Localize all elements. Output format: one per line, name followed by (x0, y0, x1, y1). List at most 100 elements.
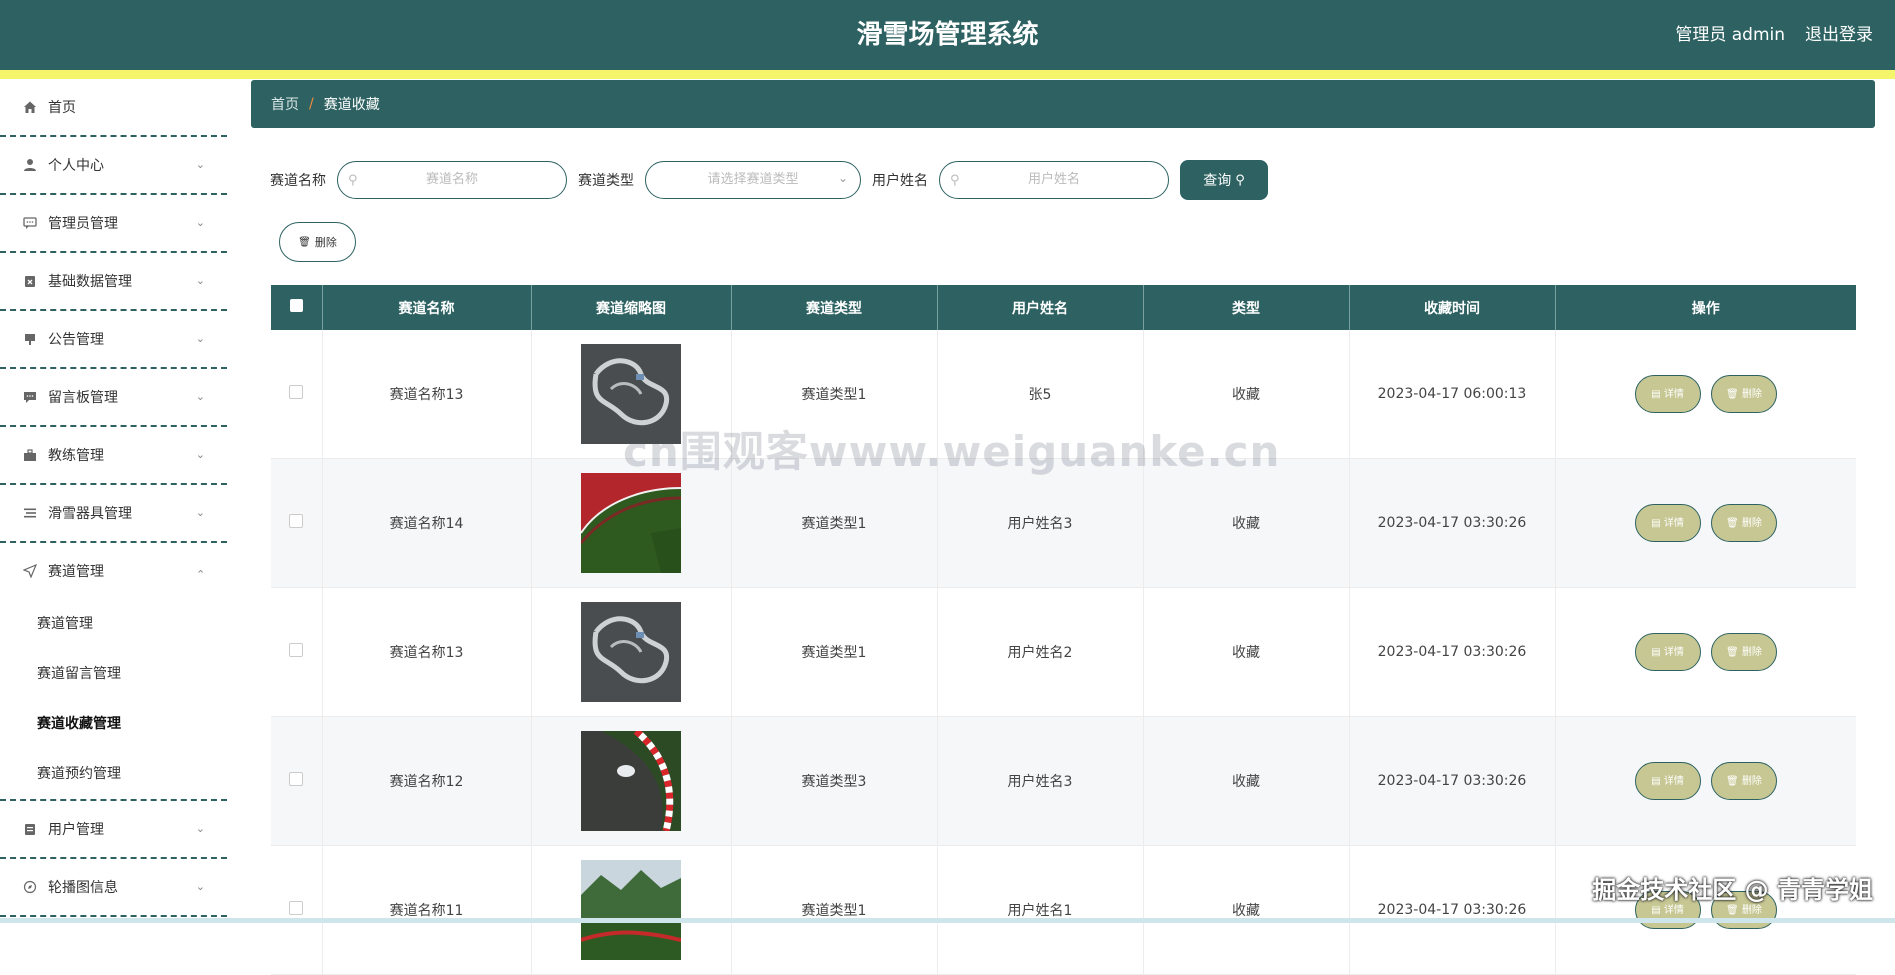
track-name-cell: 赛道名称13 (322, 330, 532, 459)
sidebar-item-label: 教练管理 (48, 448, 104, 464)
column-header: 赛道名称 (322, 285, 532, 330)
delete-button[interactable]: 🗑 删除 (1710, 375, 1777, 413)
file-icon: ▤ (1651, 905, 1664, 916)
logout-link[interactable]: 退出登录 (1805, 0, 1873, 70)
user-name-input[interactable]: ⚲ 用户姓名 (939, 161, 1169, 199)
breadcrumb-separator: / (309, 96, 314, 112)
sidebar-item-label: 首页 (48, 100, 76, 116)
row-checkbox[interactable] (289, 643, 304, 657)
sidebar-item-ski-equipment[interactable]: 滑雪器具管理 ⌄ (0, 485, 227, 543)
track-name-input[interactable]: ⚲ 赛道名称 (337, 161, 567, 199)
track-type-select[interactable]: 请选择赛道类型 ⌄ (645, 161, 861, 199)
track-type-cell: 赛道类型1 (731, 587, 938, 717)
trash-icon: 🗑 (298, 236, 311, 248)
sidebar-item-label: 个人中心 (48, 158, 104, 174)
user-name-label: 用户姓名 (872, 173, 928, 189)
trash-icon: 🗑 (1726, 389, 1742, 400)
file-icon: ▤ (1651, 647, 1664, 658)
delete-label: 删除 (1741, 389, 1762, 400)
detail-button[interactable]: ▤ 详情 (1634, 504, 1701, 542)
row-checkbox[interactable] (289, 385, 304, 399)
sidebar-item-label: 用户管理 (48, 822, 104, 838)
delete-button[interactable]: 🗑 删除 (1710, 762, 1777, 800)
track-name-placeholder: 赛道名称 (425, 172, 478, 187)
user-name-cell: 用户姓名2 (937, 587, 1144, 717)
thumbnail-cell (531, 716, 732, 846)
track-name-label: 赛道名称 (270, 173, 326, 189)
sidebar-item-track-management[interactable]: 赛道管理 ⌄ (0, 543, 227, 599)
track-type-placeholder: 请选择赛道类型 (707, 172, 799, 187)
thumbnail-cell (531, 330, 732, 459)
detail-button[interactable]: ▤ 详情 (1634, 375, 1701, 413)
submenu-item-track-messages[interactable]: 赛道留言管理 (0, 649, 227, 699)
chevron-down-icon: ⌄ (195, 273, 205, 287)
sidebar-item-users[interactable]: 用户管理 ⌄ (0, 801, 227, 859)
track-type-cell: 赛道类型1 (731, 845, 938, 975)
thumbnail-cell (531, 587, 732, 717)
track-thumbnail-image (581, 602, 681, 702)
track-thumbnail-image (581, 344, 681, 444)
row-checkbox[interactable] (289, 772, 304, 786)
delete-label: 删除 (1741, 647, 1762, 658)
submenu-item-track-favorites[interactable]: 赛道收藏管理 (0, 699, 227, 749)
track-thumbnail-image (581, 731, 681, 831)
column-header: 用户姓名 (937, 285, 1144, 330)
breadcrumb-home[interactable]: 首页 (271, 94, 299, 114)
sidebar-item-label: 滑雪器具管理 (48, 506, 132, 522)
trash-icon: 🗑 (1726, 518, 1742, 529)
trash-icon: 🗑 (1726, 647, 1742, 658)
sidebar-item-label: 留言板管理 (48, 390, 118, 406)
sidebar-item-basic-data[interactable]: 基础数据管理 ⌄ (0, 253, 227, 311)
track-type-cell: 赛道类型1 (731, 458, 938, 588)
detail-label: 详情 (1663, 776, 1684, 787)
actions-cell: ▤ 详情 🗑 删除 (1555, 330, 1856, 459)
breadcrumb-current: 赛道收藏 (323, 97, 380, 113)
track-name-cell: 赛道名称14 (322, 458, 532, 588)
detail-button[interactable]: ▤ 详情 (1634, 633, 1701, 671)
track-thumbnail-image (581, 860, 681, 960)
compass-icon (22, 879, 38, 895)
table-row: 赛道名称11 赛道类型1 用户姓名1 收藏 2023-04-17 03:30:2… (271, 845, 1856, 975)
sidebar-item-admin-management[interactable]: 管理员管理 ⌄ (0, 195, 227, 253)
delete-button[interactable]: 🗑 删除 (1710, 633, 1777, 671)
kind-cell: 收藏 (1143, 845, 1350, 975)
chevron-down-icon: ⌄ (195, 879, 205, 893)
sidebar-item-carousel[interactable]: 轮播图信息 ⌄ (0, 859, 227, 917)
table-row: 赛道名称13 赛道类型1 用户姓名2 收藏 2023-04-17 03:30:2… (271, 587, 1856, 717)
user-name-cell: 用户姓名3 (937, 716, 1144, 846)
sidebar-item-personal-center[interactable]: 个人中心 ⌄ (0, 137, 227, 195)
select-all-cell[interactable] (271, 285, 323, 330)
submenu-item-track-management[interactable]: 赛道管理 (0, 599, 227, 649)
track-submenu: 赛道管理 赛道留言管理 赛道收藏管理 赛道预约管理 (0, 599, 227, 801)
submenu-item-track-reservations[interactable]: 赛道预约管理 (0, 749, 227, 799)
column-header: 类型 (1143, 285, 1350, 330)
delete-label: 删除 (1741, 518, 1762, 529)
user-name-cell: 张5 (937, 330, 1144, 459)
sidebar-item-home[interactable]: 首页 (0, 79, 227, 137)
briefcase-icon (22, 447, 38, 463)
track-thumbnail-image (581, 473, 681, 573)
chevron-down-icon: ⌄ (195, 389, 205, 403)
chevron-down-icon: ⌄ (837, 171, 848, 185)
detail-button[interactable]: ▤ 详情 (1634, 762, 1701, 800)
favorite-time-cell: 2023-04-17 06:00:13 (1349, 330, 1556, 459)
actions-cell: ▤ 详情 🗑 删除 (1555, 845, 1856, 975)
chevron-down-icon: ⌄ (195, 331, 205, 345)
delete-button[interactable]: 🗑 删除 (1710, 504, 1777, 542)
user-icon (22, 157, 38, 173)
row-checkbox[interactable] (289, 901, 304, 915)
row-checkbox[interactable] (289, 514, 304, 528)
select-all-checkbox[interactable] (289, 299, 303, 312)
query-button[interactable]: 查询 ⚲ (1180, 160, 1268, 200)
detail-label: 详情 (1663, 647, 1684, 658)
chevron-down-icon: ⌄ (195, 505, 205, 519)
favorite-time-cell: 2023-04-17 03:30:26 (1349, 845, 1556, 975)
table-header-row: 赛道名称 赛道缩略图 赛道类型 用户姓名 类型 收藏时间 操作 (271, 285, 1856, 330)
file-icon: ▤ (1651, 518, 1664, 529)
sidebar-item-announcements[interactable]: 公告管理 ⌄ (0, 311, 227, 369)
sidebar-item-coaches[interactable]: 教练管理 ⌄ (0, 427, 227, 485)
bulk-delete-button[interactable]: 🗑 删除 (279, 222, 356, 262)
sidebar-item-message-board[interactable]: 留言板管理 ⌄ (0, 369, 227, 427)
home-icon (22, 99, 38, 115)
search-form: 赛道名称 ⚲ 赛道名称 赛道类型 请选择赛道类型 ⌄ 用户姓名 ⚲ 用户姓名 查… (270, 160, 1268, 200)
